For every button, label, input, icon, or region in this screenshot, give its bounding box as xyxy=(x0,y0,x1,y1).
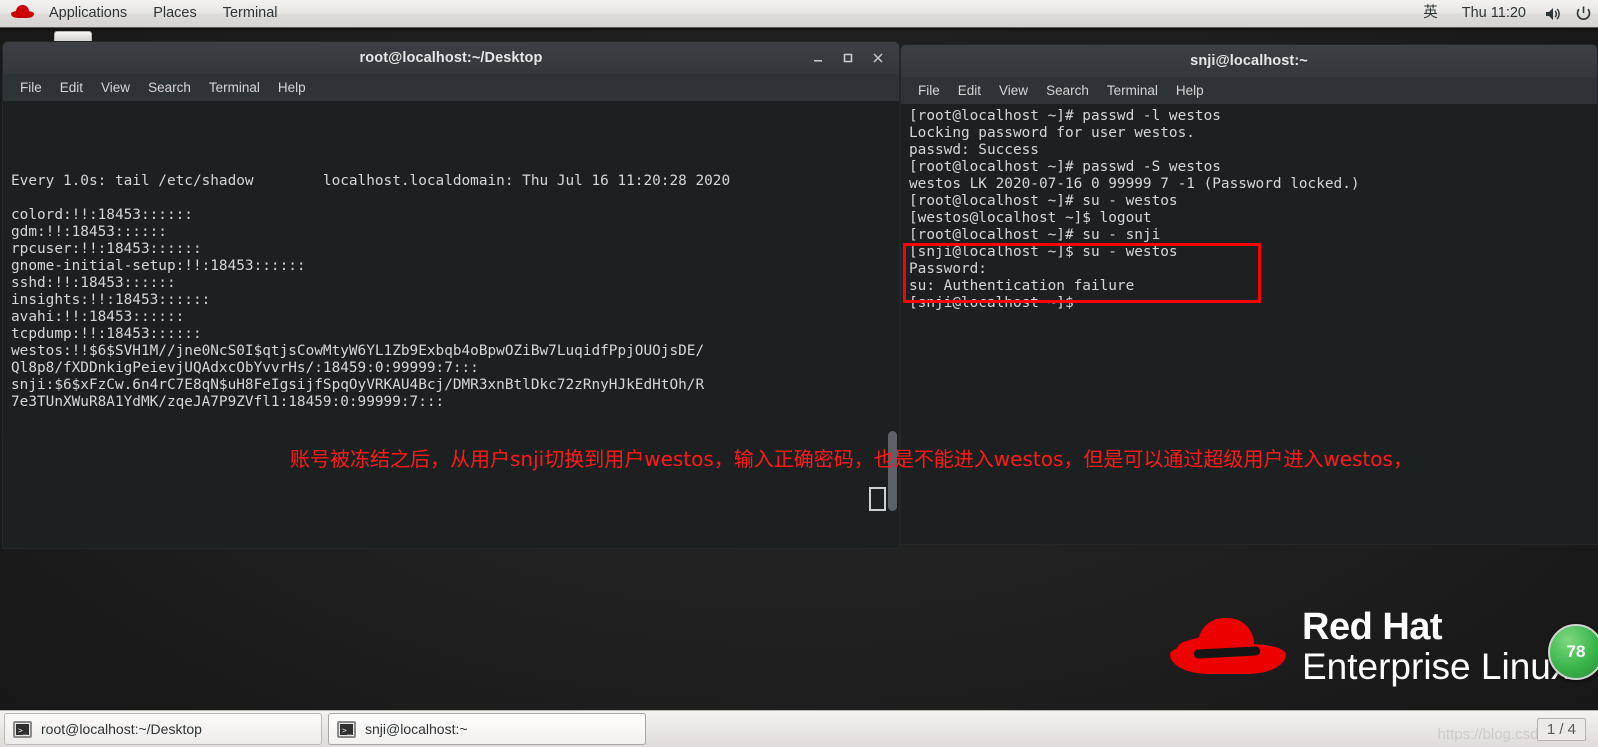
close-button[interactable] xyxy=(863,42,893,74)
terminal-line: 7e3TUnXWuR8A1YdMK/zqeJA7P9ZVfl1:18459:0:… xyxy=(11,394,445,410)
top-panel: Applications Places Terminal 英 Thu 11:20 xyxy=(0,0,1598,28)
terminal-output-left[interactable]: Every 1.0s: tail /etc/shadow localhost.l… xyxy=(2,101,900,549)
menu-terminal[interactable]: Terminal xyxy=(210,0,291,27)
workspace-indicator[interactable]: 1 / 4 xyxy=(1536,717,1586,741)
power-icon[interactable] xyxy=(1568,0,1598,27)
clock[interactable]: Thu 11:20 xyxy=(1450,0,1538,27)
taskbar-item-label: snji@localhost:~ xyxy=(365,721,468,737)
menu-terminal-left[interactable]: Terminal xyxy=(200,74,269,101)
terminal-line: colord:!!:18453:::::: xyxy=(11,207,193,223)
maximize-button[interactable] xyxy=(833,42,863,74)
volume-icon[interactable] xyxy=(1538,0,1568,27)
terminal-line: avahi:!!:18453:::::: xyxy=(11,309,185,325)
terminal-line: rpcuser:!!:18453:::::: xyxy=(11,241,202,257)
desktop: Applications Places Terminal 英 Thu 11:20 xyxy=(0,0,1598,747)
terminal-line: westos LK 2020-07-16 0 99999 7 -1 (Passw… xyxy=(909,176,1360,192)
terminal-line: [root@localhost ~]# su - snji xyxy=(909,227,1161,243)
terminal-line: insights:!!:18453:::::: xyxy=(11,292,211,308)
menu-search-left[interactable]: Search xyxy=(139,74,200,101)
menu-search-right[interactable]: Search xyxy=(1037,77,1098,104)
terminal-line: westos:!!$6$SVH1M//jne0NcS0I$qtjsCowMtyW… xyxy=(11,343,705,359)
taskbar-item-root-desktop[interactable]: >_ root@localhost:~/Desktop xyxy=(4,713,322,745)
titlebar-right[interactable]: snji@localhost:~ xyxy=(900,44,1598,77)
terminal-line: [snji@localhost ~]$ xyxy=(909,295,1074,311)
panel-shadow xyxy=(0,27,1598,32)
terminal-line: [root@localhost ~]# passwd -l westos xyxy=(909,108,1221,124)
menu-view-right[interactable]: View xyxy=(990,77,1037,104)
menu-edit-right[interactable]: Edit xyxy=(949,77,990,104)
minimize-button[interactable] xyxy=(803,42,833,74)
terminal-line: Password: xyxy=(909,261,987,277)
status-badge[interactable]: 78 xyxy=(1548,624,1598,680)
menu-view-left[interactable]: View xyxy=(92,74,139,101)
red-hat-fedora-icon xyxy=(1170,610,1286,684)
top-panel-status-area: 英 Thu 11:20 xyxy=(1411,0,1598,27)
rhel-wordmark: Red Hat Enterprise Linux xyxy=(1302,608,1569,685)
red-hat-logo-icon[interactable] xyxy=(10,0,36,27)
brand-line-1: Red Hat xyxy=(1302,606,1443,648)
rhel-branding: Red Hat Enterprise Linux xyxy=(1170,608,1569,685)
brand-line-2: Enterprise Linux xyxy=(1302,646,1570,687)
scrollbar-left[interactable] xyxy=(886,101,899,548)
terminal-line: gdm:!!:18453:::::: xyxy=(11,224,167,240)
menu-file-left[interactable]: File xyxy=(11,74,51,101)
terminal-line: sshd:!!:18453:::::: xyxy=(11,275,176,291)
menu-help-right[interactable]: Help xyxy=(1167,77,1213,104)
terminal-line: [snji@localhost ~]$ su - westos xyxy=(909,244,1178,260)
input-method-indicator[interactable]: 英 xyxy=(1411,0,1450,27)
terminal-line: tcpdump:!!:18453:::::: xyxy=(11,326,202,342)
taskbar-item-snji[interactable]: >_ snji@localhost:~ xyxy=(328,713,646,745)
terminal-line: Every 1.0s: tail /etc/shadow localhost.l… xyxy=(11,173,731,189)
menu-places[interactable]: Places xyxy=(140,0,210,27)
terminal-line: [westos@localhost ~]$ logout xyxy=(909,210,1152,226)
terminal-line: [root@localhost ~]# su - westos xyxy=(909,193,1178,209)
menubar-left: File Edit View Search Terminal Help xyxy=(2,74,900,101)
menu-help-left[interactable]: Help xyxy=(269,74,315,101)
annotation-text: 账号被冻结之后，从用户snji切换到用户westos，输入正确密码，也是不能进入… xyxy=(290,447,1413,471)
menu-terminal-right[interactable]: Terminal xyxy=(1098,77,1167,104)
terminal-line: Locking password for user westos. xyxy=(909,125,1195,141)
terminal-line: gnome-initial-setup:!!:18453:::::: xyxy=(11,258,306,274)
terminal-output-right[interactable]: [root@localhost ~]# passwd -l westos Lock… xyxy=(900,104,1598,545)
terminal-line: Ql8p8/fXDDnkigPeievjUQAdxcObYvvrHs/:1845… xyxy=(11,360,479,376)
terminal-line: passwd: Success xyxy=(909,142,1039,158)
taskbar-right-area: https://blog.csdn.net/S 1 / 4 xyxy=(1438,717,1598,743)
terminal-icon: >_ xyxy=(337,720,356,738)
menu-edit-left[interactable]: Edit xyxy=(51,74,92,101)
window-title-left: root@localhost:~/Desktop xyxy=(359,50,543,66)
taskbar-item-label: root@localhost:~/Desktop xyxy=(41,721,202,737)
terminal-icon: >_ xyxy=(13,720,32,738)
text-cursor-left xyxy=(869,487,886,511)
taskbar: >_ root@localhost:~/Desktop >_ snji@loca… xyxy=(0,710,1598,747)
terminal-window-root[interactable]: root@localhost:~/Desktop File Edit View … xyxy=(2,41,900,549)
window-title-right: snji@localhost:~ xyxy=(1190,53,1308,69)
terminal-line: snji:$6$xFzCw.6n4rC7E8qN$uH8FeIgsijfSpqO… xyxy=(11,377,705,393)
menubar-right: File Edit View Search Terminal Help xyxy=(900,77,1598,104)
window-controls-left xyxy=(803,42,893,74)
terminal-line: [root@localhost ~]# passwd -S westos xyxy=(909,159,1221,175)
menu-applications[interactable]: Applications xyxy=(36,0,140,27)
terminal-line: su: Authentication failure xyxy=(909,278,1135,294)
titlebar-left[interactable]: root@localhost:~/Desktop xyxy=(2,41,900,74)
menu-file-right[interactable]: File xyxy=(909,77,949,104)
